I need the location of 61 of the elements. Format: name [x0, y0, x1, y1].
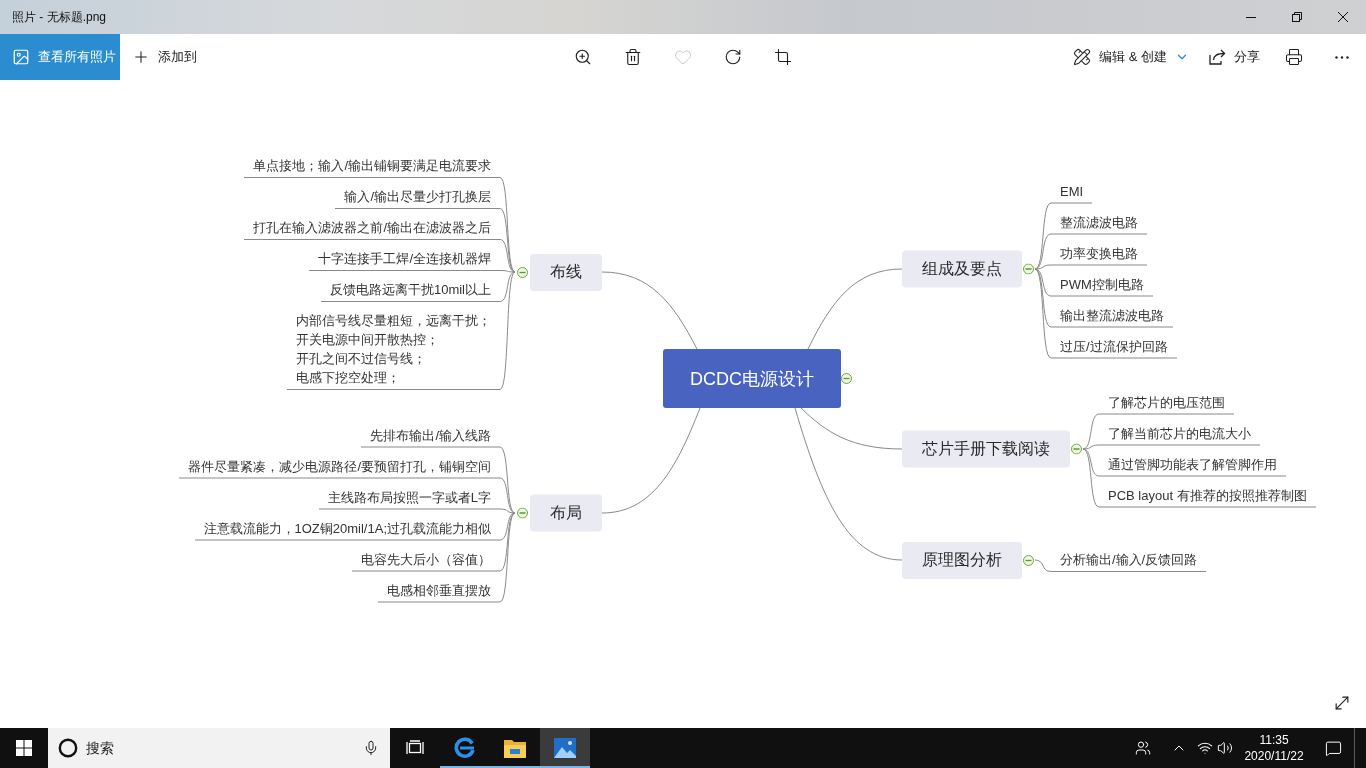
branch-topic: 原理图分析: [902, 541, 1022, 579]
more-icon: [1335, 55, 1349, 59]
image-icon: [12, 48, 30, 66]
central-topic: DCDC电源设计: [663, 349, 841, 408]
speaker-icon: [1217, 740, 1233, 756]
subtopic-text: 分析输出/输入/反馈回路: [1060, 551, 1198, 569]
search-box[interactable]: 搜索: [48, 728, 390, 768]
subtopic-text: 过压/过流保护回路: [1060, 337, 1168, 356]
microphone-icon: [363, 740, 379, 756]
people-icon: [1135, 740, 1151, 756]
add-to-button[interactable]: 添加到: [120, 34, 209, 80]
edit-create-button[interactable]: 编辑 & 创建: [1063, 34, 1199, 80]
picture-icon: [554, 738, 576, 758]
subtopic-text: 单点接地；输入/输出铺铜要满足电流要求: [253, 157, 491, 175]
subtopic-text: 了解当前芯片的电流大小: [1108, 424, 1251, 443]
subtopic-text: 反馈电路远离干扰10mil以上: [329, 281, 491, 299]
subtopic-text: 功率变换电路: [1060, 244, 1138, 263]
branch-topic: 布局: [530, 494, 602, 532]
plus-icon: [132, 48, 150, 66]
close-icon: [1338, 12, 1348, 22]
window-title: 照片 - 无标题.png: [12, 8, 107, 26]
restore-icon: [1292, 12, 1302, 22]
subtopic-text: 开关电源中间开散热控；: [296, 331, 439, 349]
subtopic-text: 十字连接手工焊/全连接机器焊: [318, 250, 491, 268]
subtopic-text: 整流滤波电路: [1060, 213, 1138, 232]
folder-icon: [504, 738, 526, 758]
branch-topic: 布线: [530, 253, 602, 291]
subtopic-text: 器件尽量紧凑，减少电源路径/要预留打孔，铺铜空间: [188, 457, 491, 476]
subtopic-text: 注意载流能力，1OZ铜20mil/1A;过孔载流能力相似: [203, 519, 491, 538]
speech-bubble-icon: [1324, 739, 1342, 757]
subtopic-text: EMI: [1060, 182, 1084, 201]
clock[interactable]: 11:35 2020/11/22: [1236, 728, 1312, 768]
subtopic-text: 打孔在输入滤波器之前/输出在滤波器之后: [253, 219, 491, 237]
subtopic-text: 输入/输出尽量少打孔换层: [344, 188, 491, 206]
wifi-icon: [1197, 740, 1213, 756]
printer-icon: [1285, 48, 1303, 66]
subtopic-text: 开孔之间不过信号线；: [296, 350, 426, 368]
subtopic-text: 电感下挖空处理；: [296, 369, 400, 387]
subtopic-text: 内部信号线尽量粗短，远离干扰；: [296, 312, 491, 330]
pencil-ruler-icon: [1073, 48, 1092, 66]
branch-topic: 组成及要点: [902, 250, 1022, 288]
minimize-icon: [1246, 16, 1256, 18]
subtopic-text: PWM控制电路: [1060, 275, 1144, 294]
branch-topic: 芯片手册下载阅读: [902, 430, 1070, 468]
subtopic-text: 通过管脚功能表了解管脚作用: [1108, 455, 1277, 474]
ring-icon: [58, 738, 78, 758]
subtopic-text: PCB layout 有推荐的按照推荐制图: [1108, 486, 1307, 505]
search-input[interactable]: 搜索: [86, 738, 355, 758]
task-view-icon: [406, 740, 424, 756]
browser-logo-icon: [454, 737, 476, 759]
share-icon: [1209, 49, 1226, 65]
taskbar-app-button[interactable]: [540, 728, 590, 768]
windows-logo-icon: [16, 740, 32, 756]
view-all-photos-button[interactable]: 查看所有照片: [0, 34, 120, 80]
subtopic-text: 电感相邻垂直摆放: [387, 581, 491, 600]
subtopic-text: 了解芯片的电压范围: [1108, 393, 1225, 412]
subtopic-text: 先排布输出/输入线路: [370, 426, 491, 445]
subtopic-text: 主线路布局按照一字或者L字: [327, 488, 491, 507]
subtopic-text: 输出整流滤波电路: [1060, 306, 1164, 325]
subtopic-text: 电容先大后小（容值）: [361, 550, 491, 569]
share-button[interactable]: 分享: [1199, 34, 1270, 80]
